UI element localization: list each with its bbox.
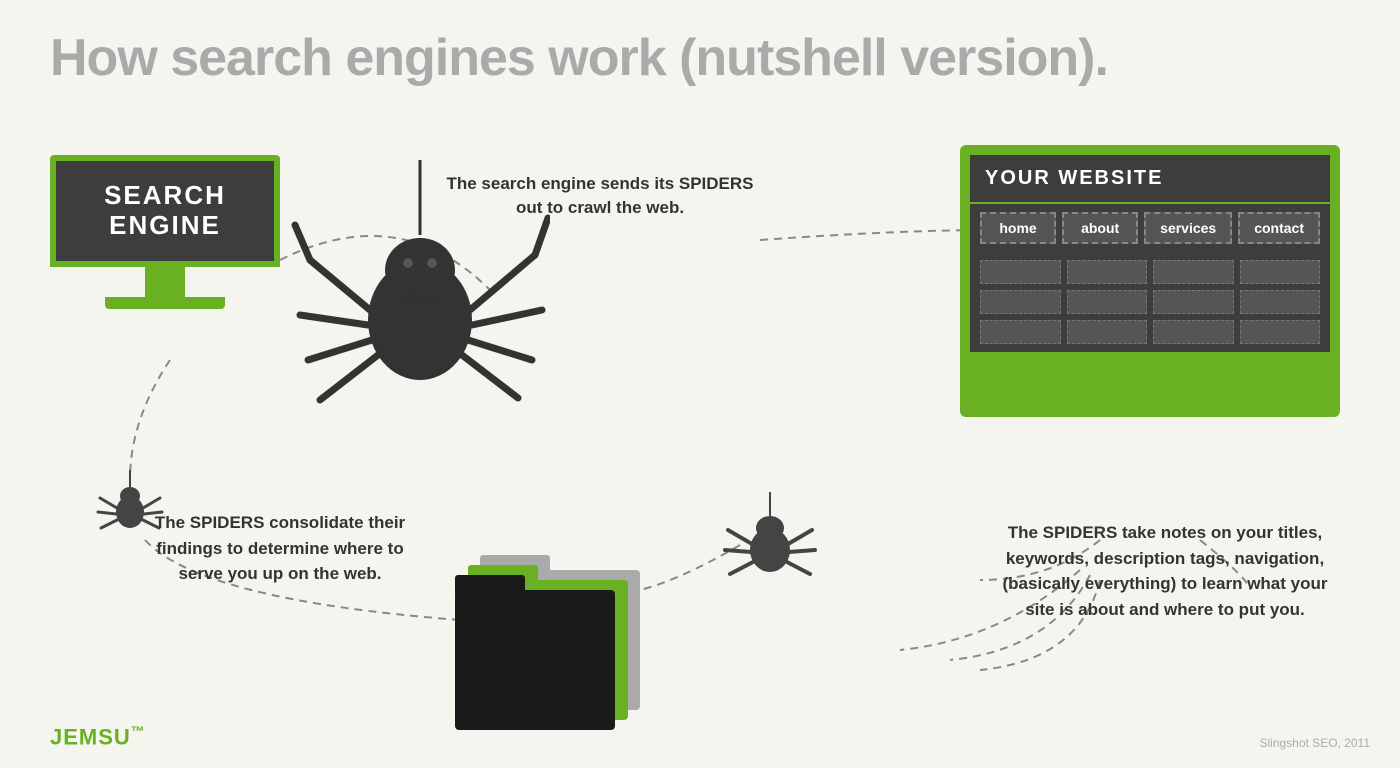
logo-tm: ™: [131, 723, 146, 739]
website-monitor-base: [1075, 397, 1225, 411]
nav-about[interactable]: about: [1062, 212, 1138, 244]
logo: JEMSU™: [50, 723, 146, 750]
content-rows: [970, 252, 1330, 352]
page-title: How search engines work (nutshell versio…: [50, 28, 1108, 88]
content-cell: [1240, 290, 1321, 314]
content-cell: [1067, 320, 1148, 344]
content-cell: [1240, 260, 1321, 284]
nav-services[interactable]: services: [1144, 212, 1232, 244]
spider-small-bottom: [720, 490, 820, 590]
content-row-2: [980, 290, 1320, 314]
nav-home[interactable]: home: [980, 212, 1056, 244]
logo-text: JEMSU: [50, 724, 131, 749]
website-title: YOUR WEBSITE: [970, 155, 1330, 204]
folders: [450, 540, 670, 730]
content-cell: [1067, 290, 1148, 314]
nav-contact[interactable]: contact: [1238, 212, 1320, 244]
content-cell: [1067, 260, 1148, 284]
annotation-bottom-right: The SPIDERS take notes on your titles, k…: [990, 520, 1340, 622]
monitor-stand: [145, 267, 185, 297]
search-engine-label: SEARCH ENGINE: [71, 181, 259, 241]
annotation-bottom-left: The SPIDERS consolidate their findings t…: [145, 510, 415, 587]
monitor-base: [105, 297, 225, 309]
content-cell: [1153, 290, 1234, 314]
content-row-1: [980, 260, 1320, 284]
content-cell: [1153, 320, 1234, 344]
content-cell: [980, 260, 1061, 284]
search-engine-monitor: SEARCH ENGINE: [50, 155, 280, 309]
content-cell: [1153, 260, 1234, 284]
content-cell: [1240, 320, 1321, 344]
website-monitor-stand: [1125, 362, 1175, 397]
content-cell: [980, 290, 1061, 314]
content-row-3: [980, 320, 1320, 344]
nav-bar: home about services contact: [970, 204, 1330, 252]
annotation-top: The search engine sends its SPIDERS out …: [440, 172, 760, 220]
attribution: Slingshot SEO, 2011: [1259, 736, 1370, 750]
website-monitor: YOUR WEBSITE home about services contact: [960, 145, 1340, 417]
content-cell: [980, 320, 1061, 344]
